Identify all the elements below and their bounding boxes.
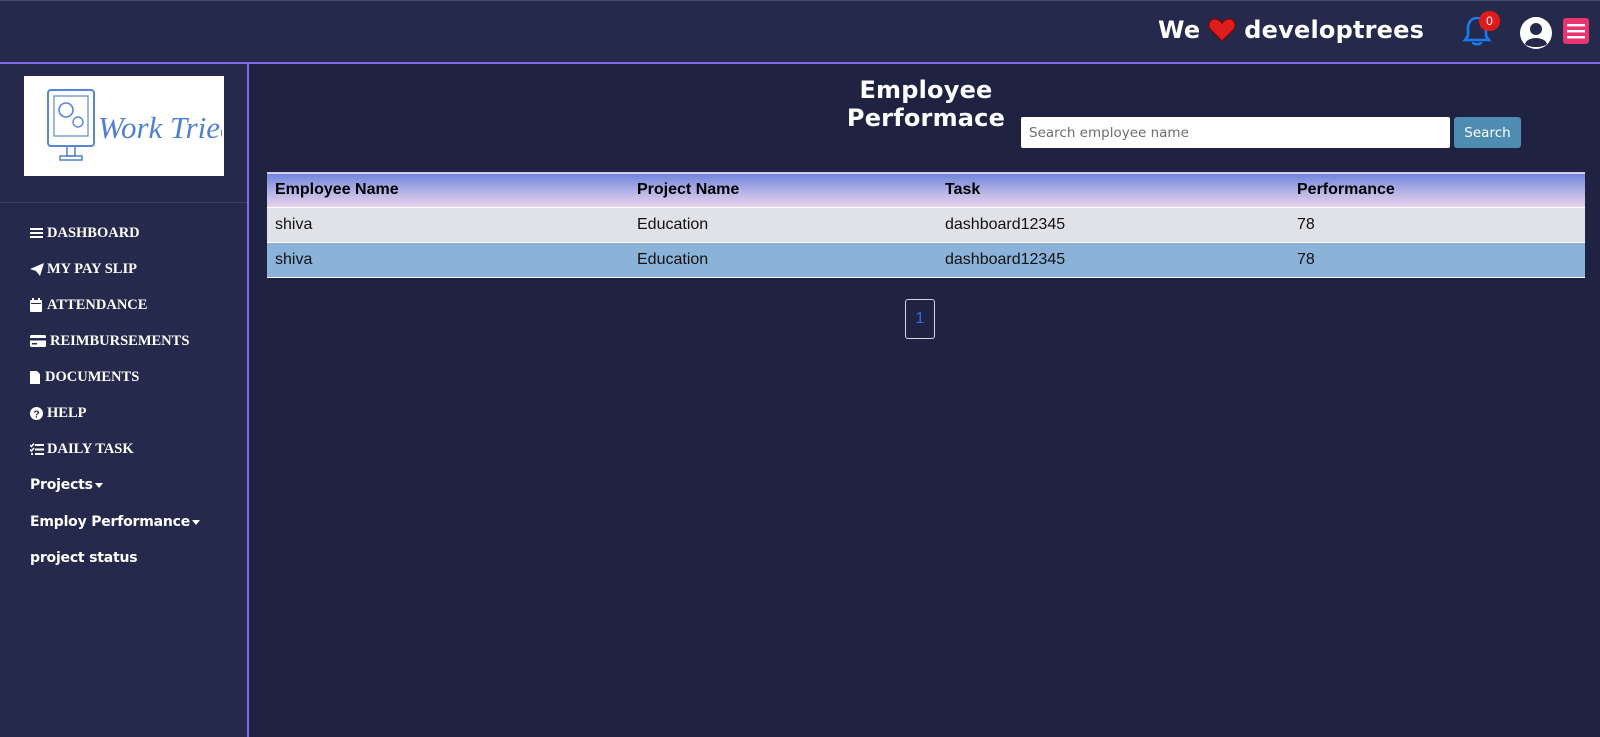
calendar-icon: [30, 298, 45, 312]
sidebar: Work Tried DASHBOARD MY PAY SLIP ATTENDA…: [0, 62, 249, 737]
page-title: Employee Performace: [846, 76, 1006, 132]
sidebar-item-label: ATTENDANCE: [47, 296, 148, 313]
pagination-page-button[interactable]: 1: [905, 299, 935, 339]
menu-icon[interactable]: [1563, 18, 1589, 44]
table-header-row: Employee Name Project Name Task Performa…: [267, 172, 1585, 208]
bars-icon: [30, 226, 45, 240]
sidebar-item-documents[interactable]: DOCUMENTS: [30, 365, 139, 389]
sidebar-item-label: MY PAY SLIP: [47, 260, 137, 277]
sidebar-item-label: HELP: [47, 404, 87, 421]
sidebar-item-label: REIMBURSEMENTS: [50, 332, 190, 349]
sidebar-item-project-status[interactable]: project status: [30, 546, 138, 570]
logo: Work Tried: [24, 76, 224, 176]
column-header[interactable]: Employee Name: [267, 173, 629, 208]
sidebar-item-label: Projects: [30, 477, 93, 493]
user-circle-icon[interactable]: [1519, 16, 1553, 50]
caret-down-icon: [94, 482, 103, 488]
search-button[interactable]: Search: [1454, 117, 1521, 148]
performance-cell: 78: [1297, 251, 1315, 268]
sidebar-item-dashboard[interactable]: DASHBOARD: [30, 221, 140, 245]
brand-name: developtrees: [1244, 16, 1425, 44]
column-header[interactable]: Project Name: [629, 173, 937, 208]
employee-name-cell: shiva: [275, 216, 313, 233]
sidebar-item-attendance[interactable]: ATTENDANCE: [30, 293, 147, 317]
file-icon: [30, 370, 43, 384]
brand-prefix: We: [1158, 16, 1201, 44]
sidebar-item-label: project status: [30, 550, 138, 566]
caret-down-icon: [192, 519, 201, 525]
credit-card-icon: [30, 334, 48, 348]
sidebar-item-help[interactable]: ? HELP: [30, 401, 86, 425]
sidebar-item-label: DAILY TASK: [47, 440, 134, 457]
question-circle-icon: ?: [30, 406, 45, 420]
sidebar-item-label: DOCUMENTS: [45, 368, 140, 385]
project-name-cell: Education: [637, 251, 709, 268]
sidebar-item-label: DASHBOARD: [47, 224, 140, 241]
column-header[interactable]: Task: [937, 173, 1289, 208]
svg-text:?: ?: [33, 409, 39, 420]
search-input[interactable]: [1021, 117, 1450, 148]
sidebar-item-daily-task[interactable]: DAILY TASK: [30, 437, 134, 461]
task-cell: dashboard12345: [945, 251, 1066, 268]
notification-badge: 0: [1479, 11, 1500, 31]
task-cell: dashboard12345: [945, 216, 1066, 233]
performance-cell: 78: [1297, 216, 1315, 233]
main-content: [249, 62, 1600, 737]
sidebar-item-label: Employ Performance: [30, 514, 191, 530]
heart-icon: [1208, 18, 1236, 42]
top-bar: We developtrees 0: [0, 0, 1600, 62]
sidebar-divider: [0, 202, 247, 203]
employee-name-cell: shiva: [275, 251, 313, 268]
sidebar-item-employ-performance[interactable]: Employ Performance: [30, 510, 201, 534]
paper-plane-icon: [30, 262, 45, 276]
sidebar-item-reimbursements[interactable]: REIMBURSEMENTS: [30, 329, 189, 353]
table-row[interactable]: shiva Education dashboard12345 78: [267, 207, 1585, 243]
column-header[interactable]: Performance: [1289, 173, 1585, 208]
sidebar-item-my-pay-slip[interactable]: MY PAY SLIP: [30, 257, 137, 281]
list-check-icon: [30, 442, 45, 456]
logo-text: Work Tried: [98, 110, 222, 145]
performance-table: Employee Name Project Name Task Performa…: [267, 172, 1585, 278]
project-name-cell: Education: [637, 216, 709, 233]
sidebar-item-projects[interactable]: Projects: [30, 473, 103, 497]
brand-tagline: We developtrees: [1158, 13, 1424, 47]
table-row[interactable]: shiva Education dashboard12345 78: [267, 242, 1585, 278]
